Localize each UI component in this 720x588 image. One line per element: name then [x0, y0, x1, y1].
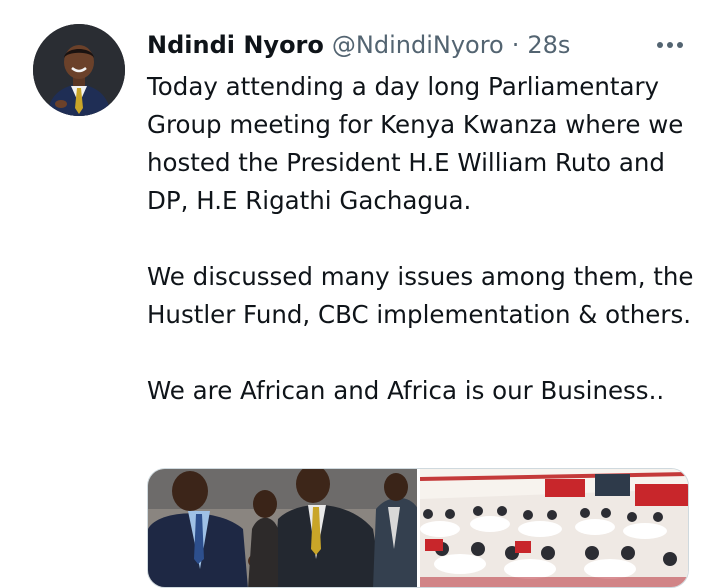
tweet-paragraph: We are African and Africa is our Busines…	[147, 376, 665, 405]
tweet-media[interactable]	[147, 468, 689, 588]
tweet-paragraph: Today attending a day long Parliamentary…	[147, 72, 692, 215]
tweet-header: Ndindi Nyoro @NdindiNyoro · 28s	[147, 28, 570, 62]
separator-dot: ·	[511, 31, 520, 59]
tweet-text: Today attending a day long Parliamentary…	[147, 68, 707, 410]
avatar[interactable]	[33, 24, 125, 116]
author-name[interactable]: Ndindi Nyoro	[147, 28, 324, 62]
tweet-paragraph: We discussed many issues among them, the…	[147, 262, 702, 329]
author-handle[interactable]: @NdindiNyoro	[332, 28, 504, 62]
media-photo-handshake[interactable]	[148, 469, 417, 587]
timestamp[interactable]: 28s	[527, 28, 570, 62]
more-options-icon[interactable]	[650, 30, 690, 60]
media-photo-meeting-hall[interactable]	[419, 469, 688, 587]
tweet[interactable]: Ndindi Nyoro @NdindiNyoro · 28s Today at…	[0, 0, 720, 588]
